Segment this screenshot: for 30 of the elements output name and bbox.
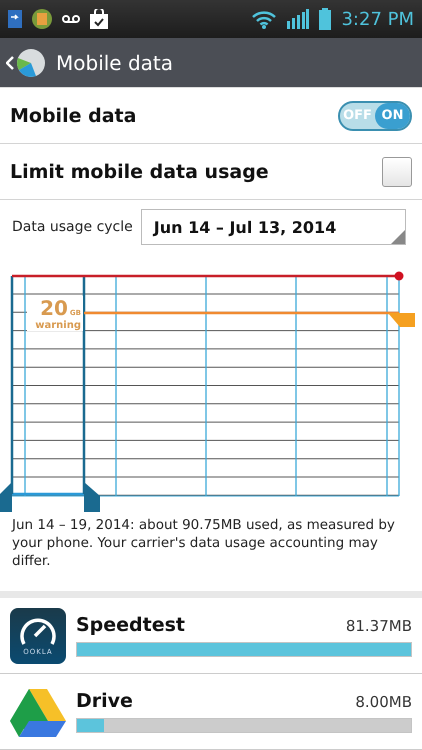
pie-chart-icon <box>16 48 46 78</box>
range-end-handle[interactable] <box>82 276 100 512</box>
drive-icon <box>10 686 66 736</box>
voicemail-icon <box>62 14 80 24</box>
cycle-dropdown[interactable]: Jun 14 – Jul 13, 2014 <box>140 209 406 245</box>
shopping-bag-icon <box>90 9 108 29</box>
setting-label: Limit mobile data usage <box>10 160 269 182</box>
data-used: 81.37MB <box>346 617 412 635</box>
limit-line[interactable] <box>12 272 404 280</box>
sim-icon <box>8 10 22 28</box>
usage-summary: Jun 14 – 19, 2014: about 90.75MB used, as measured by your phone. Your carrier's data usage accounting may differ. <box>12 516 396 570</box>
dropdown-corner-icon <box>391 230 405 244</box>
warning-label: warning <box>35 320 81 331</box>
data-used: 8.00MB <box>355 693 412 711</box>
checkbox[interactable] <box>382 156 412 186</box>
signal-icon <box>287 9 310 29</box>
app-name: Drive <box>76 690 133 712</box>
app-name: Speedtest <box>76 614 186 636</box>
range-start-handle[interactable] <box>0 276 14 512</box>
setting-label: Mobile data <box>10 104 136 126</box>
app-icon <box>32 9 52 29</box>
battery-icon <box>319 8 332 30</box>
clock: 3:27 PM <box>341 8 414 30</box>
wifi-icon <box>251 9 278 29</box>
screen-title: Mobile data <box>56 50 174 74</box>
warning-value: 20 <box>40 296 68 320</box>
back-button[interactable] <box>6 48 46 78</box>
back-icon <box>6 56 14 70</box>
cycle-label: Data usage cycle <box>12 219 133 235</box>
range-bar <box>12 492 84 496</box>
